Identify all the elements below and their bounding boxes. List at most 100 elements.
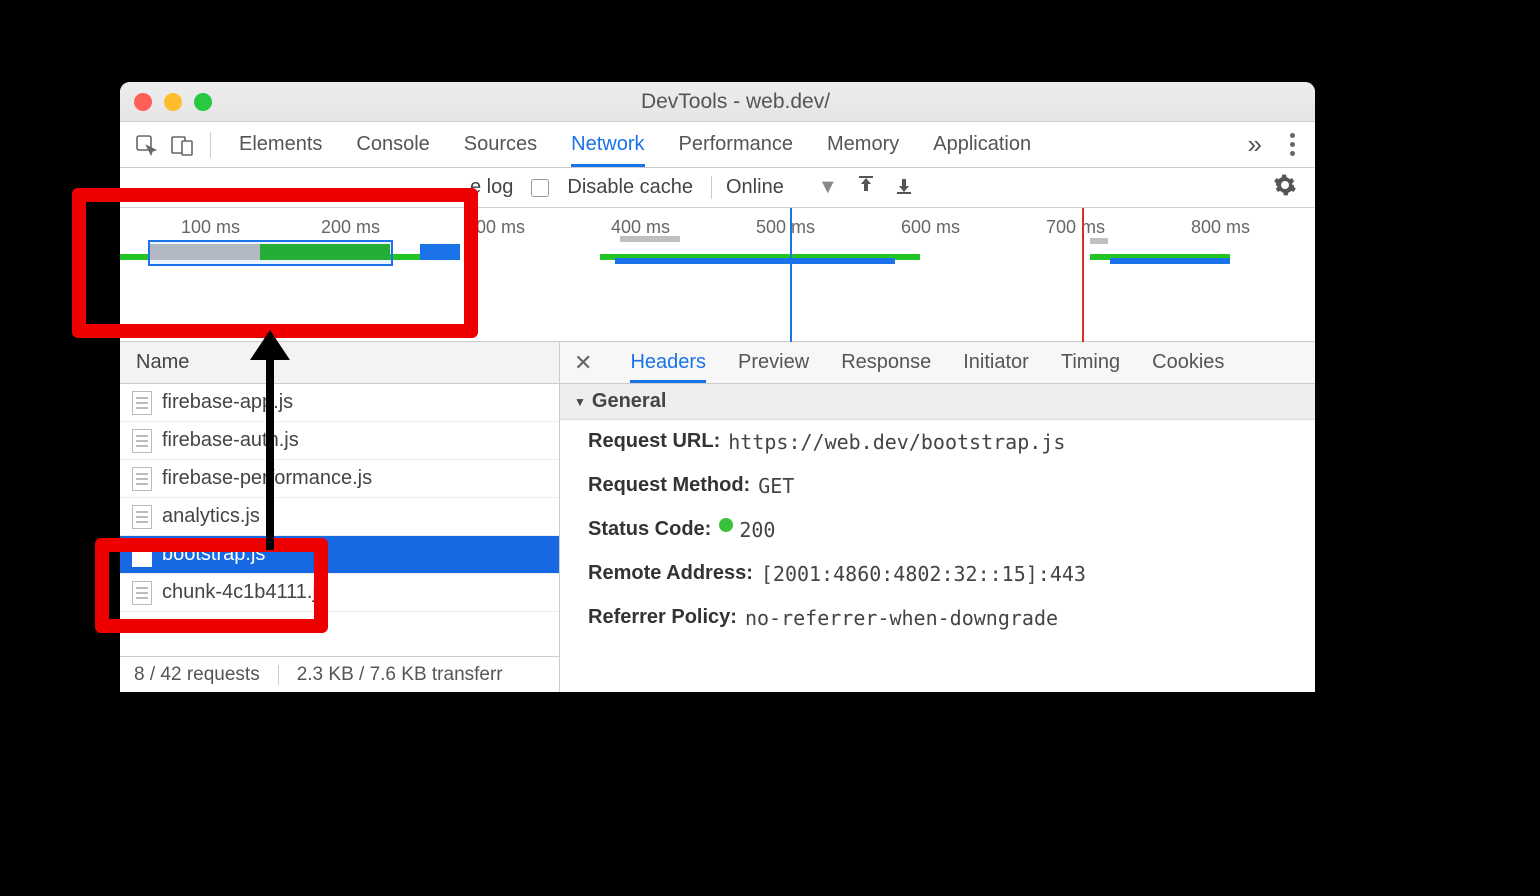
value: GET: [758, 474, 794, 498]
transfer-size: 2.3 KB / 7.6 KB transferr: [297, 664, 503, 686]
tab-network[interactable]: Network: [571, 123, 644, 166]
request-bar: [420, 244, 460, 260]
request-bar: [1110, 258, 1230, 264]
device-mode-icon[interactable]: [168, 131, 196, 159]
more-tabs-icon[interactable]: »: [1248, 129, 1262, 160]
request-row[interactable]: analytics.js: [120, 498, 559, 536]
domcontentloaded-marker: [790, 208, 792, 342]
network-toolbar: e log Disable cache Online ▼: [120, 168, 1315, 208]
request-row[interactable]: chunk-4c1b4111.js: [120, 574, 559, 612]
label: Remote Address:: [588, 562, 753, 586]
request-name: chunk-4c1b4111.js: [162, 581, 327, 604]
file-icon: [132, 581, 152, 605]
timeline-body: [120, 242, 1315, 312]
tick: 500 ms: [756, 217, 815, 238]
divider: [278, 665, 279, 685]
main-split: Name firebase-app.js firebase-auth.js fi…: [120, 342, 1315, 692]
label: Request Method:: [588, 474, 750, 498]
kv-request-method: Request Method: GET: [560, 464, 1315, 508]
tab-memory[interactable]: Memory: [827, 123, 899, 166]
file-icon: [132, 467, 152, 491]
tick: 300 ms: [466, 217, 525, 238]
kv-status-code: Status Code: 200: [560, 508, 1315, 552]
request-name: firebase-performance.js: [162, 467, 372, 490]
kv-referrer-policy: Referrer Policy: no-referrer-when-downgra…: [560, 596, 1315, 640]
gear-icon[interactable]: [1273, 173, 1297, 203]
disable-cache-checkbox[interactable]: [531, 179, 549, 197]
tick: 400 ms: [611, 217, 670, 238]
upload-icon[interactable]: [856, 175, 876, 201]
column-header-name[interactable]: Name: [120, 342, 559, 384]
request-name: analytics.js: [162, 505, 260, 528]
chevron-down-icon: ▼: [818, 176, 838, 199]
download-icon[interactable]: [894, 175, 914, 201]
label: Request URL:: [588, 430, 720, 454]
request-name: firebase-app.js: [162, 391, 293, 414]
request-row[interactable]: firebase-performance.js: [120, 460, 559, 498]
tab-application[interactable]: Application: [933, 123, 1031, 166]
value: [2001:4860:4802:32::15]:443: [761, 562, 1086, 586]
close-icon[interactable]: ✕: [574, 350, 592, 376]
tick: 800 ms: [1191, 217, 1250, 238]
tab-timing[interactable]: Timing: [1061, 343, 1120, 382]
file-icon: [132, 505, 152, 529]
request-row-selected[interactable]: bootstrap.js: [120, 536, 559, 574]
request-bar: [1090, 238, 1108, 244]
timeline-overview[interactable]: 100 ms 200 ms 300 ms 400 ms 500 ms 600 m…: [120, 208, 1315, 342]
request-row[interactable]: firebase-app.js: [120, 384, 559, 422]
value: https://web.dev/bootstrap.js: [728, 430, 1065, 454]
value: 200: [739, 518, 775, 542]
tab-sources[interactable]: Sources: [464, 123, 537, 166]
section-title: General: [592, 390, 666, 413]
top-tabbar: Elements Console Sources Network Perform…: [120, 122, 1315, 168]
request-row[interactable]: firebase-auth.js: [120, 422, 559, 460]
throttle-select[interactable]: Online ▼: [711, 176, 838, 199]
requests-count: 8 / 42 requests: [134, 664, 260, 686]
devtools-window: DevTools - web.dev/ Elements Console Sou…: [120, 82, 1315, 692]
file-icon: [132, 391, 152, 415]
value: no-referrer-when-downgrade: [745, 606, 1058, 630]
window-title: DevTools - web.dev/: [170, 90, 1301, 114]
status-dot-icon: [719, 518, 733, 532]
request-list-panel: Name firebase-app.js firebase-auth.js fi…: [120, 342, 560, 692]
close-window-icon[interactable]: [134, 93, 152, 111]
timeline-ticks: 100 ms 200 ms 300 ms 400 ms 500 ms 600 m…: [120, 208, 1315, 242]
tick: 700 ms: [1046, 217, 1105, 238]
tab-performance[interactable]: Performance: [679, 123, 794, 166]
request-name: firebase-auth.js: [162, 429, 299, 452]
kv-request-url: Request URL: https://web.dev/bootstrap.js: [560, 420, 1315, 464]
tab-cookies[interactable]: Cookies: [1152, 343, 1224, 382]
file-icon: [132, 429, 152, 453]
detail-tabs: ✕ Headers Preview Response Initiator Tim…: [560, 342, 1315, 384]
request-list[interactable]: firebase-app.js firebase-auth.js firebas…: [120, 384, 559, 656]
timeline-selection[interactable]: [148, 240, 393, 266]
kebab-menu-icon[interactable]: [1282, 133, 1303, 156]
disclosure-triangle-icon: ▼: [574, 395, 586, 409]
detail-panel: ✕ Headers Preview Response Initiator Tim…: [560, 342, 1315, 692]
tab-console[interactable]: Console: [356, 123, 429, 166]
tab-initiator[interactable]: Initiator: [963, 343, 1029, 382]
request-bar: [620, 236, 680, 242]
tab-elements[interactable]: Elements: [239, 123, 322, 166]
file-icon: [132, 543, 152, 567]
load-marker: [1082, 208, 1084, 342]
request-bar: [615, 258, 895, 264]
tab-response[interactable]: Response: [841, 343, 931, 382]
general-section-header[interactable]: ▼ General: [560, 384, 1315, 420]
tick: 100 ms: [181, 217, 240, 238]
label: Referrer Policy:: [588, 606, 737, 630]
label: Status Code:: [588, 518, 711, 542]
throttle-value: Online: [726, 176, 784, 199]
panel-tabs: Elements Console Sources Network Perform…: [239, 123, 1240, 166]
kv-remote-address: Remote Address: [2001:4860:4802:32::15]:4…: [560, 552, 1315, 596]
preserve-log-fragment: e log: [470, 176, 513, 199]
status-bar: 8 / 42 requests 2.3 KB / 7.6 KB transfer…: [120, 656, 559, 692]
titlebar: DevTools - web.dev/: [120, 82, 1315, 122]
request-name: bootstrap.js: [162, 543, 265, 566]
inspect-icon[interactable]: [132, 131, 160, 159]
tab-headers[interactable]: Headers: [630, 343, 706, 382]
tab-preview[interactable]: Preview: [738, 343, 809, 382]
tick: 600 ms: [901, 217, 960, 238]
disable-cache-label: Disable cache: [567, 176, 693, 199]
tick: 200 ms: [321, 217, 380, 238]
